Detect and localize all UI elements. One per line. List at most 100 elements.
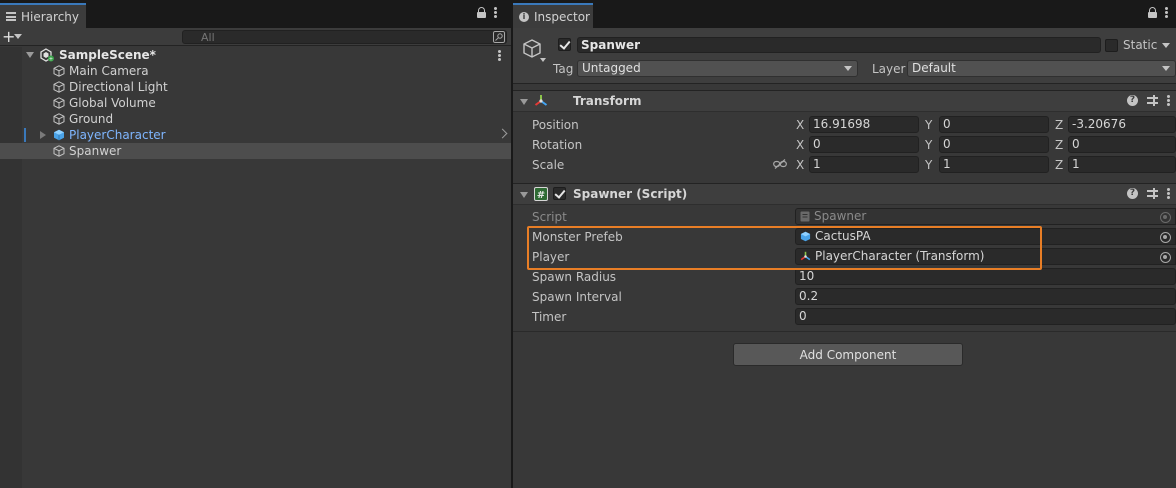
static-dropdown-caret-icon[interactable] — [1162, 42, 1171, 48]
object-header: Static Tag Untagged Layer Default — [513, 28, 1176, 84]
hierarchy-item-ground[interactable]: Ground — [0, 111, 511, 127]
add-component-button[interactable]: Add Component — [733, 343, 963, 366]
hierarchy-tab-tools — [477, 7, 497, 18]
scale-y-field[interactable]: 1 — [939, 156, 1049, 173]
script-field: Spawner — [795, 208, 1176, 225]
object-name-input[interactable] — [577, 37, 1101, 53]
object-picker-icon[interactable] — [1160, 252, 1171, 263]
rotation-z-field[interactable]: 0 — [1068, 136, 1176, 153]
foldout-open-icon[interactable] — [520, 192, 528, 198]
axis-x-label[interactable]: X — [796, 138, 804, 152]
rotation-y-field[interactable]: 0 — [939, 136, 1049, 153]
active-checkbox[interactable] — [558, 38, 571, 51]
info-icon: i — [519, 11, 529, 22]
spawner-tools: ? — [1127, 188, 1170, 199]
spawn-radius-field[interactable]: 10 — [795, 268, 1176, 285]
timer-field[interactable]: 0 — [795, 308, 1176, 325]
scale-x-field[interactable]: 1 — [809, 156, 919, 173]
axis-x-label[interactable]: X — [796, 118, 804, 132]
search-by-type-icon[interactable] — [493, 31, 505, 43]
inspector-tab-tools — [1148, 7, 1168, 18]
open-prefab-chevron-icon[interactable] — [497, 128, 508, 139]
hierarchy-item-global-volume[interactable]: Global Volume — [0, 95, 511, 111]
axis-y-label[interactable]: Y — [925, 158, 932, 172]
kebab-menu-icon[interactable] — [1165, 7, 1168, 18]
spawner-header[interactable]: # Spawner (Script) ? — [513, 183, 1176, 205]
lock-icon[interactable] — [1148, 7, 1157, 18]
tab-inspector[interactable]: i Inspector — [513, 3, 593, 28]
transform-axes-icon — [800, 251, 811, 261]
add-dropdown-caret-icon[interactable] — [14, 34, 22, 39]
position-y-field[interactable]: 0 — [939, 116, 1049, 133]
hierarchy-toolbar: + — [0, 28, 511, 46]
axis-x-label[interactable]: X — [796, 158, 804, 172]
lock-icon[interactable] — [477, 7, 486, 18]
svg-text:#: # — [537, 190, 545, 201]
presets-icon[interactable] — [1147, 188, 1158, 199]
hierarchy-scene-row[interactable]: + SampleScene* — [0, 47, 511, 63]
kebab-menu-icon[interactable] — [1167, 95, 1170, 106]
hierarchy-item-label: Global Volume — [69, 96, 156, 110]
gameobject-cube-icon — [53, 145, 65, 157]
spawner-title: Spawner (Script) — [573, 187, 688, 201]
rotation-x-field[interactable]: 0 — [809, 136, 919, 153]
static-checkbox[interactable] — [1105, 38, 1118, 52]
hierarchy-item-player-character[interactable]: PlayerCharacter — [0, 127, 511, 143]
axis-z-label[interactable]: Z — [1055, 138, 1063, 152]
scene-label: SampleScene* — [59, 48, 156, 62]
kebab-menu-icon[interactable] — [1167, 188, 1170, 199]
hierarchy-item-label: Spanwer — [69, 144, 122, 158]
gameobject-cube-icon — [53, 97, 65, 109]
help-icon[interactable]: ? — [1127, 95, 1138, 106]
scene-kebab-icon[interactable] — [498, 50, 501, 61]
timer-label: Timer — [532, 310, 567, 324]
constrain-proportions-icon[interactable] — [773, 159, 787, 169]
axis-z-label[interactable]: Z — [1055, 158, 1063, 172]
position-x-field[interactable]: 16.91698 — [809, 116, 919, 133]
position-label: Position — [532, 118, 579, 132]
icon-dropdown-caret-icon[interactable] — [540, 58, 546, 62]
scale-z-field[interactable]: 1 — [1068, 156, 1176, 173]
foldout-closed-icon[interactable] — [40, 131, 46, 139]
hierarchy-panel: Hierarchy + + — [0, 0, 511, 488]
layer-dropdown[interactable]: Default — [907, 60, 1176, 77]
player-field[interactable]: PlayerCharacter (Transform) — [795, 248, 1176, 265]
axis-z-label[interactable]: Z — [1055, 118, 1063, 132]
hierarchy-item-directional-light[interactable]: Directional Light — [0, 79, 511, 95]
list-icon — [6, 12, 16, 21]
prefab-override-marker — [24, 128, 26, 142]
position-z-field[interactable]: -3.20676 — [1068, 116, 1176, 133]
layer-value: Default — [912, 61, 956, 75]
tag-dropdown[interactable]: Untagged — [577, 60, 858, 77]
static-label: Static — [1123, 38, 1158, 52]
gameobject-cube-icon — [53, 113, 65, 125]
foldout-open-icon[interactable] — [26, 52, 34, 58]
player-row: Player PlayerCharacter (Transform) — [513, 247, 1176, 267]
static-toggle[interactable]: Static — [1105, 38, 1171, 52]
hierarchy-item-main-camera[interactable]: Main Camera — [0, 63, 511, 79]
tab-hierarchy[interactable]: Hierarchy — [0, 3, 86, 28]
gameobject-icon[interactable] — [521, 38, 543, 60]
transform-title: Transform — [573, 94, 642, 108]
prefab-cube-icon — [800, 231, 811, 242]
kebab-menu-icon[interactable] — [494, 7, 497, 18]
help-icon[interactable]: ? — [1127, 188, 1138, 199]
script-label: Script — [532, 210, 567, 224]
monster-prefeb-label: Monster Prefeb — [532, 230, 623, 244]
foldout-open-icon[interactable] — [520, 99, 528, 105]
monster-prefeb-field[interactable]: CactusPA — [795, 228, 1176, 245]
player-value: PlayerCharacter (Transform) — [815, 249, 985, 263]
presets-icon[interactable] — [1147, 95, 1158, 106]
hierarchy-list: + SampleScene* Main Camera Directional L… — [0, 47, 511, 159]
chevron-down-icon — [844, 66, 852, 71]
component-enabled-checkbox[interactable] — [553, 187, 566, 200]
spawn-interval-field[interactable]: 0.2 — [795, 288, 1176, 305]
hierarchy-item-spanwer[interactable]: Spanwer — [0, 143, 511, 159]
spawn-interval-row: Spawn Interval 0.2 — [513, 287, 1176, 307]
transform-header[interactable]: Transform ? — [513, 90, 1176, 112]
gameobject-cube-icon — [53, 65, 65, 77]
axis-y-label[interactable]: Y — [925, 138, 932, 152]
hierarchy-search-input[interactable] — [182, 30, 507, 44]
object-picker-icon[interactable] — [1160, 232, 1171, 243]
axis-y-label[interactable]: Y — [925, 118, 932, 132]
